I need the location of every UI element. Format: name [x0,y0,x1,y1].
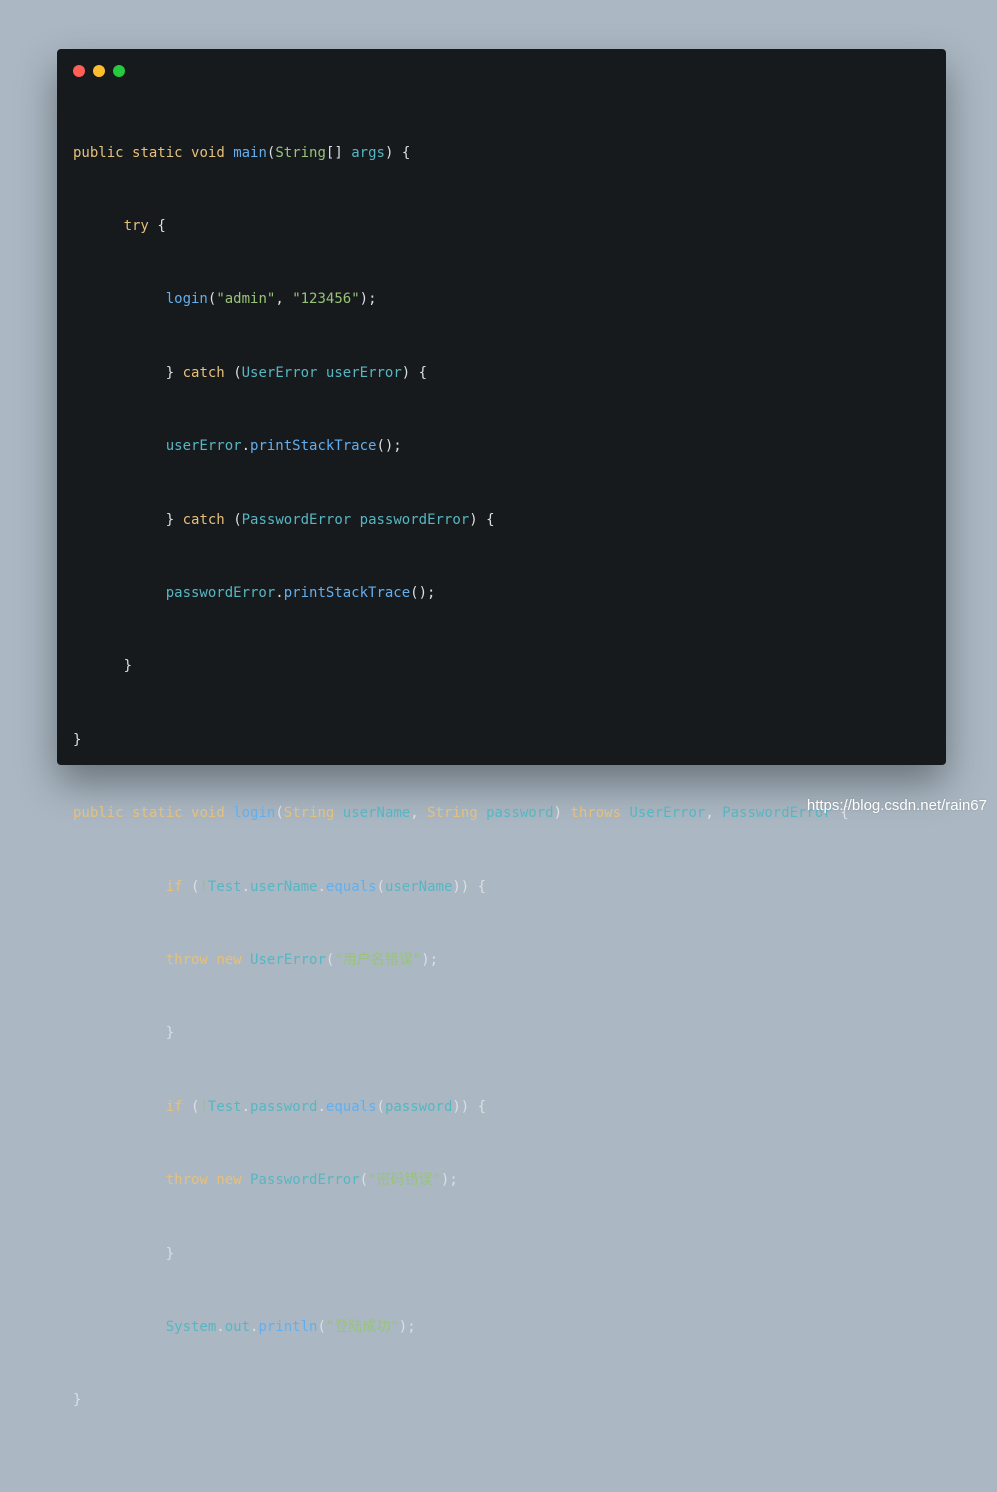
code-line-5: userError.printStackTrace(); [165,438,402,455]
code-block: public static void main(String[] args) {… [73,98,849,1492]
code-line-17: System.out.println("登陆成功"); [165,1318,416,1335]
code-line-4: } catch (UserError userError) { [165,364,428,381]
code-line-18: } [73,1392,82,1409]
code-line-11: if (!Test.userName.equals(userName)) { [165,878,487,895]
code-line-1: public static void main(String[] args) { [73,144,411,161]
maximize-dot-icon[interactable] [113,65,125,77]
minimize-dot-icon[interactable] [93,65,105,77]
code-line-2: try { [123,218,166,235]
code-line-15: throw new PasswordError("密码错误"); [165,1172,458,1189]
code-line-9: } [73,731,82,748]
code-line-3: login("admin", "123456"); [165,291,377,308]
code-line-14: if (!Test.password.equals(password)) { [165,1098,487,1115]
code-line-7: passwordError.printStackTrace(); [165,585,436,602]
code-line-13: } [165,1025,175,1042]
code-line-6: } catch (PasswordError passwordError) { [165,511,495,528]
code-line-16: } [165,1245,175,1262]
watermark-url: https://blog.csdn.net/rain67 [806,797,987,814]
code-line-12: throw new UserError("用户名错误"); [165,952,439,968]
code-window: public static void main(String[] args) {… [57,49,946,1408]
code-line-10: public static void login(String userName… [73,805,849,822]
close-dot-icon[interactable] [73,65,85,77]
code-line-8: } [123,658,133,675]
window-controls [73,65,133,77]
